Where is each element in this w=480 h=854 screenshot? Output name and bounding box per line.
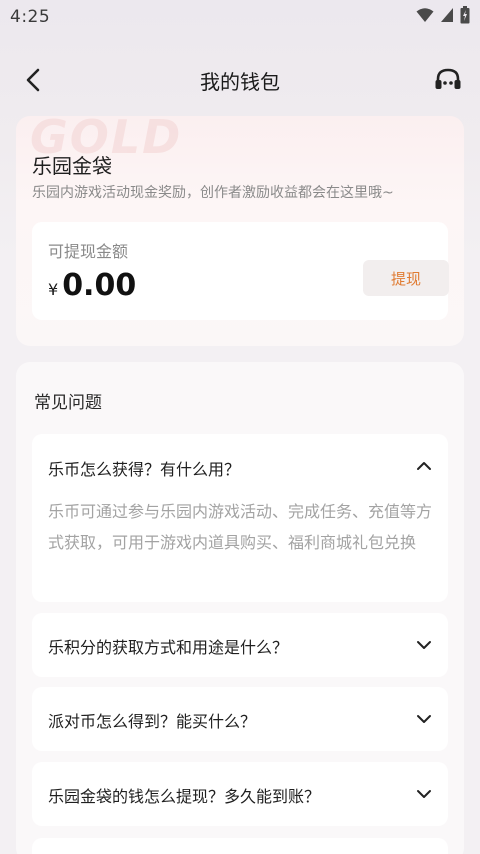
currency-symbol: ¥ (48, 280, 59, 299)
faq-question: 乐积分的获取方式和用途是什么？ (48, 638, 289, 657)
faq-title: 常见问题 (34, 393, 102, 413)
headset-icon (435, 68, 461, 89)
faq-item[interactable]: 派对币怎么得到？能买什么？ (32, 687, 448, 751)
back-button[interactable] (18, 65, 48, 95)
wallet-description: 乐园内游戏活动现金奖励，创作者激励收益都会在这里哦~ (32, 185, 394, 201)
faq-question: 派对币怎么得到？能买什么？ (48, 712, 257, 731)
withdraw-button[interactable]: 提现 (363, 260, 449, 296)
page-title: 我的钱包 (200, 69, 280, 94)
chevron-down-icon[interactable] (412, 633, 436, 657)
chevron-down-icon[interactable] (412, 707, 436, 731)
balance-amount: ¥ 0.00 (48, 268, 136, 303)
faq-item[interactable]: 乐园金袋的钱怎么提现？多久能到账？ (32, 762, 448, 826)
chevron-left-icon (26, 68, 40, 92)
faq-item[interactable]: 乐积分的获取方式和用途是什么？ (32, 613, 448, 677)
status-time: 4:25 (10, 7, 51, 27)
chevron-up-icon[interactable] (412, 454, 436, 478)
faq-answer: 乐币可通过参与乐园内游戏活动、完成任务、充值等方式获取，可用于游戏内道具购买、福… (48, 502, 433, 552)
faq-item[interactable]: 乐币怎么获得？有什么用？ 乐币可通过参与乐园内游戏活动、完成任务、充值等方式获取… (32, 434, 448, 602)
faq-item[interactable] (32, 838, 448, 854)
faq-section: 常见问题 乐币怎么获得？有什么用？ 乐币可通过参与乐园内游戏活动、完成任务、充值… (16, 362, 464, 854)
signal-icon (440, 7, 454, 27)
wifi-icon (416, 7, 434, 27)
navigation-bar: 我的钱包 (0, 52, 480, 108)
balance-panel: 可提现金额 ¥ 0.00 提现 (32, 222, 449, 320)
chevron-down-icon[interactable] (412, 782, 436, 806)
balance-label: 可提现金额 (48, 242, 129, 261)
faq-question: 乐园金袋的钱怎么提现？多久能到账？ (48, 787, 321, 806)
battery-icon (460, 6, 470, 28)
wallet-title: 乐园金袋 (32, 154, 112, 178)
status-icons (416, 6, 470, 28)
balance-value: 0.00 (62, 268, 137, 303)
customer-service-button[interactable] (432, 64, 464, 96)
faq-question: 乐币怎么获得？有什么用？ (48, 460, 241, 479)
status-bar: 4:25 (0, 0, 480, 34)
wallet-card: GOLD 乐园金袋 乐园内游戏活动现金奖励，创作者激励收益都会在这里哦~ 可提现… (16, 116, 464, 346)
